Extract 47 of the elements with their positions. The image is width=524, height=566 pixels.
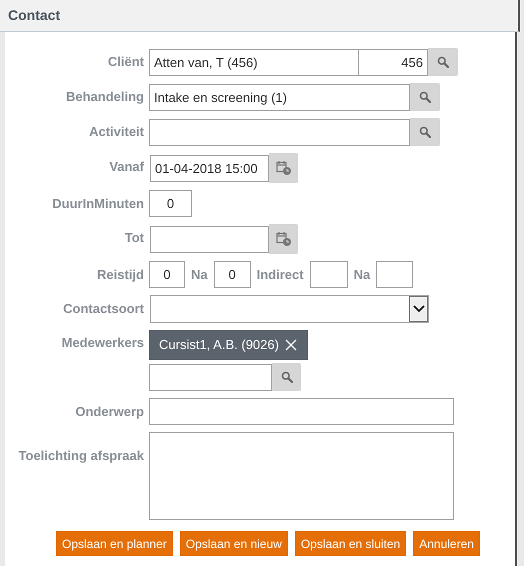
text-area[interactable]	[149, 432, 454, 520]
field-label: Na	[191, 266, 208, 284]
field-label: Reistijd	[97, 266, 144, 284]
field-label: DuurInMinuten	[52, 194, 144, 213]
field-label: Toelichting afspraak	[18, 446, 144, 465]
input-field[interactable]: Intake en screening (1)	[149, 84, 410, 110]
input-field[interactable]: 456	[359, 48, 428, 76]
calendar-clock-icon	[276, 231, 292, 247]
field-label: Vanaf	[109, 158, 144, 176]
field-label: Activiteit	[89, 122, 144, 141]
input-field[interactable]	[376, 261, 414, 288]
dropdown-button[interactable]	[409, 296, 428, 322]
input-field[interactable]	[150, 226, 269, 252]
input-field[interactable]	[310, 261, 348, 288]
date-picker-button[interactable]	[269, 224, 298, 254]
input-field[interactable]: 01-04-2018 15:00	[150, 154, 269, 182]
field-label: Onderwerp	[75, 402, 144, 421]
chevron-down-icon	[412, 305, 424, 313]
input-field[interactable]	[149, 398, 454, 425]
calendar-clock-icon	[276, 160, 292, 176]
search-icon	[280, 371, 292, 383]
field-label: Tot	[124, 228, 144, 247]
close-icon	[284, 339, 297, 351]
tag-label: Cursist1, A.B. (9026)	[159, 336, 279, 354]
search-icon	[419, 126, 431, 138]
date-picker-button[interactable]	[269, 153, 298, 183]
search-icon	[419, 91, 431, 103]
field-label: Contactsoort	[63, 300, 144, 318]
select-field[interactable]	[150, 295, 429, 323]
field-label: Medewerkers	[62, 334, 144, 352]
field-label: Behandeling	[66, 88, 144, 106]
input-field[interactable]: 0	[149, 190, 192, 217]
field-label: Indirect	[256, 266, 304, 284]
field-label: Na	[354, 266, 370, 284]
search-button[interactable]	[410, 83, 440, 111]
window-title: Contact	[8, 6, 60, 25]
search-button[interactable]	[410, 118, 440, 146]
search-icon	[437, 56, 449, 68]
input-field[interactable]	[149, 118, 410, 146]
field-label: Cliënt	[108, 52, 144, 71]
input-field[interactable]: Atten van, T (456)	[149, 48, 359, 76]
input-field[interactable]: 0	[214, 261, 251, 288]
remove-tag-button[interactable]	[284, 338, 298, 352]
input-field[interactable]	[149, 364, 272, 390]
search-button[interactable]	[272, 363, 301, 391]
input-field[interactable]: 0	[149, 261, 185, 288]
search-button[interactable]	[428, 48, 458, 76]
